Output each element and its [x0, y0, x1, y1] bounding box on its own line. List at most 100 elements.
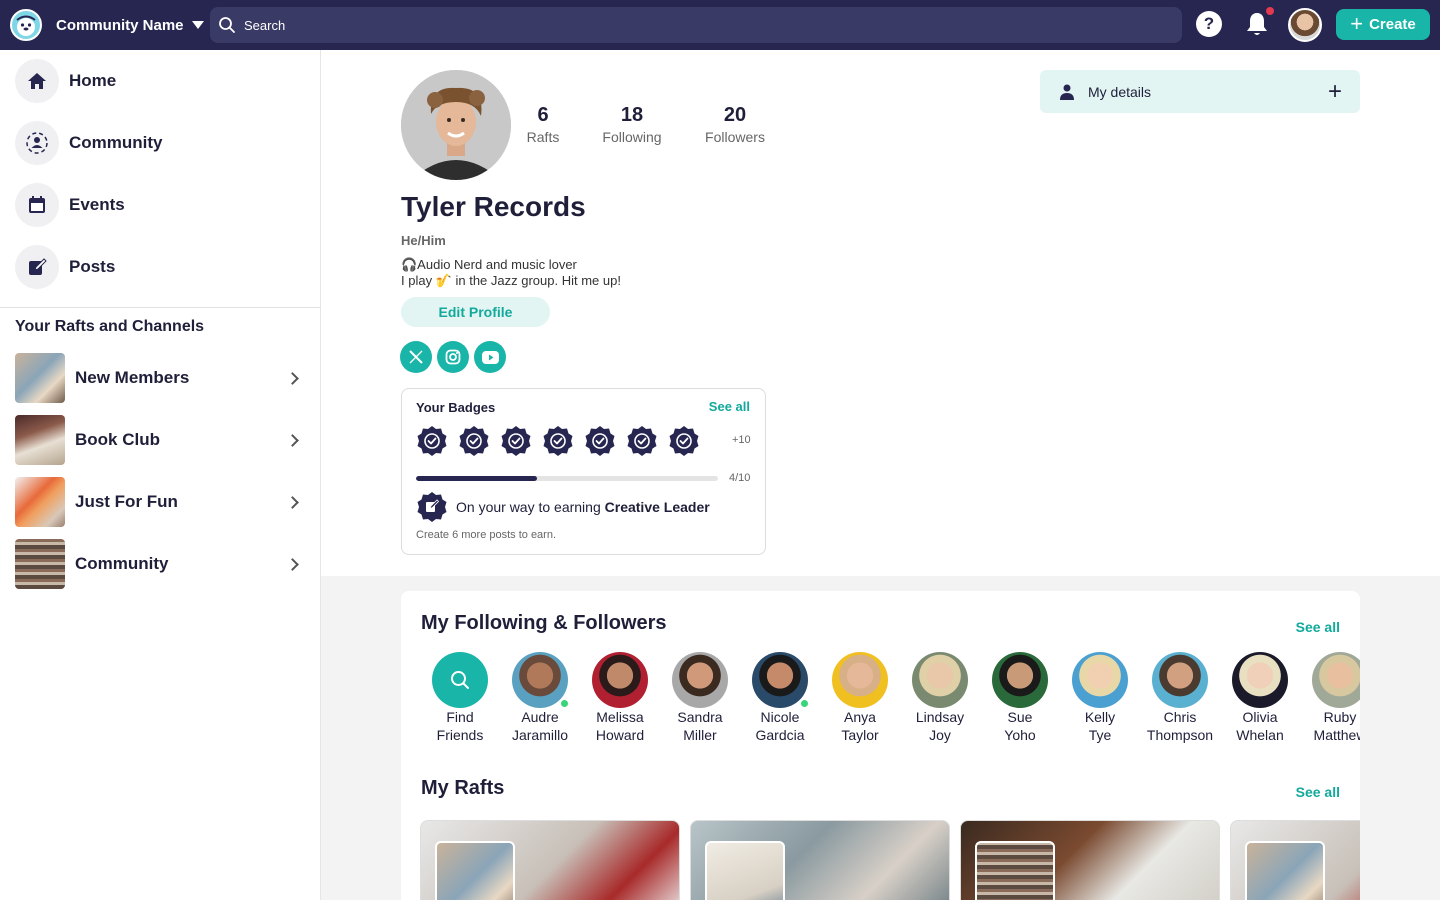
nav-item-home[interactable]: Home: [15, 59, 116, 103]
follower-last-name: Jaramillo: [511, 727, 568, 743]
stat-value: 6: [537, 104, 549, 126]
following-see-all-link[interactable]: See all: [1296, 619, 1340, 635]
stat-label: Rafts: [526, 129, 560, 145]
stat-value: 18: [620, 104, 644, 126]
youtube-icon[interactable]: [474, 341, 506, 373]
raft-item-just-for-fun[interactable]: Just For Fun: [15, 477, 305, 527]
x-icon[interactable]: [400, 341, 432, 373]
badge-progress-bar: [416, 476, 718, 481]
follower-avatar: [1072, 652, 1128, 708]
raft-card-inset: [435, 841, 515, 900]
badge-icon[interactable]: [584, 425, 616, 457]
nav-item-events[interactable]: Events: [15, 183, 125, 227]
find-friends-button[interactable]: Find Friends: [420, 652, 500, 744]
badge-icon[interactable]: [542, 425, 574, 457]
goal-prefix: On your way to earning: [456, 499, 605, 515]
badge-icon[interactable]: [500, 425, 532, 457]
follower-avatar: [1152, 652, 1208, 708]
raft-name: Community: [75, 554, 169, 573]
follower-item[interactable]: Chris Thompson: [1140, 652, 1220, 744]
nav-item-posts[interactable]: Posts: [15, 245, 115, 289]
follower-first-name: Audre: [521, 709, 559, 725]
rafts-heading: Your Rafts and Channels: [15, 318, 205, 335]
badge-icon[interactable]: [626, 425, 658, 457]
my-details-toggle[interactable]: My details +: [1040, 70, 1360, 113]
follower-last-name: Joy: [929, 727, 951, 743]
goal-name: Creative Leader: [604, 499, 710, 515]
follower-item[interactable]: Melissa Howard: [580, 652, 660, 744]
edit-profile-button[interactable]: Edit Profile: [401, 297, 550, 327]
badges-see-all-link[interactable]: See all: [709, 399, 750, 414]
raft-card-inset: [975, 841, 1055, 900]
follower-last-name: Tye: [1088, 727, 1112, 743]
nav-label-home: Home: [69, 71, 117, 90]
stat-rafts[interactable]: 6 Rafts: [524, 104, 562, 145]
follower-last-name: Matthew: [1313, 727, 1360, 743]
follower-item[interactable]: Nicole Gardcia: [740, 652, 820, 744]
raft-card-book-club[interactable]: [690, 820, 950, 900]
follower-avatar: [1312, 652, 1360, 708]
stat-followers[interactable]: 20 Followers: [700, 104, 770, 145]
badges-card: Your Badges See all +10 4/10 On your way…: [401, 388, 766, 555]
badge-icon[interactable]: [458, 425, 490, 457]
create-button[interactable]: + Create: [1336, 9, 1430, 40]
follower-last-name: Whelan: [1236, 727, 1284, 743]
badge-progress-label: 4/10: [729, 472, 751, 484]
calendar-icon: [15, 183, 59, 227]
raft-name: Book Club: [75, 430, 160, 449]
follower-first-name: Kelly: [1084, 709, 1116, 725]
follower-last-name: Yoho: [1004, 727, 1036, 743]
user-avatar[interactable]: [1288, 8, 1322, 42]
follower-item[interactable]: Lindsay Joy: [900, 652, 980, 744]
my-rafts-see-all-link[interactable]: See all: [1296, 784, 1340, 800]
search-input[interactable]: [244, 17, 1182, 33]
raft-name: New Members: [75, 368, 190, 387]
raft-item-community[interactable]: Community: [15, 539, 305, 589]
follower-item[interactable]: Sandra Miller: [660, 652, 740, 744]
find-friends-label-1: Find: [446, 709, 474, 725]
community-switcher[interactable]: Community Name: [56, 15, 204, 35]
help-button[interactable]: ?: [1196, 11, 1222, 37]
raft-card-community[interactable]: [1230, 820, 1360, 900]
plus-icon: +: [1327, 77, 1342, 105]
follower-first-name: Sue: [1007, 709, 1033, 725]
caret-down-icon: [191, 21, 204, 29]
notification-dot: [1266, 7, 1274, 15]
goal-text: On your way to earning Creative Leader: [456, 499, 710, 515]
raft-item-book-club[interactable]: Book Club: [15, 415, 305, 465]
raft-thumbnail: [15, 353, 65, 403]
follower-item[interactable]: Kelly Tye: [1060, 652, 1140, 744]
follower-item[interactable]: Olivia Whelan: [1220, 652, 1300, 744]
raft-card-just-for-fun[interactable]: [960, 820, 1220, 900]
follower-first-name: Nicole: [760, 709, 800, 725]
follower-avatar: [512, 652, 570, 709]
follower-item[interactable]: Audre Jaramillo: [500, 652, 580, 744]
search-icon: [451, 671, 469, 689]
app-logo-icon[interactable]: [10, 9, 42, 41]
goal-subtext: Create 6 more posts to earn.: [416, 529, 557, 541]
person-icon: [1060, 84, 1074, 100]
my-rafts-title: My Rafts: [421, 777, 505, 799]
follower-last-name: Thompson: [1146, 727, 1214, 743]
goal-badge-icon: [417, 492, 447, 522]
home-icon: [15, 59, 59, 103]
follower-item[interactable]: Anya Taylor: [820, 652, 900, 744]
profile-bio: 🎧Audio Nerd and music lover I play 🎷 in …: [401, 257, 621, 289]
follower-last-name: Gardcia: [755, 727, 805, 743]
nav-item-community[interactable]: Community: [15, 121, 163, 165]
follower-item[interactable]: Sue Yoho: [980, 652, 1060, 744]
search-bar[interactable]: [210, 7, 1182, 43]
nav-label-posts: Posts: [69, 257, 116, 276]
raft-item-new-members[interactable]: New Members: [15, 353, 305, 403]
raft-card-inset: [1245, 841, 1325, 900]
stat-following[interactable]: 18 Following: [598, 104, 666, 145]
follower-avatar: [592, 652, 648, 708]
raft-card-inset: [705, 841, 785, 900]
badge-icon[interactable]: [416, 425, 448, 457]
instagram-icon[interactable]: [437, 341, 469, 373]
notification-bell-icon[interactable]: [1244, 10, 1270, 40]
community-name: Community Name: [56, 16, 184, 34]
follower-item[interactable]: Ruby Matthew: [1300, 652, 1360, 744]
raft-card-new-members[interactable]: [420, 820, 680, 900]
badge-icon[interactable]: [668, 425, 700, 457]
